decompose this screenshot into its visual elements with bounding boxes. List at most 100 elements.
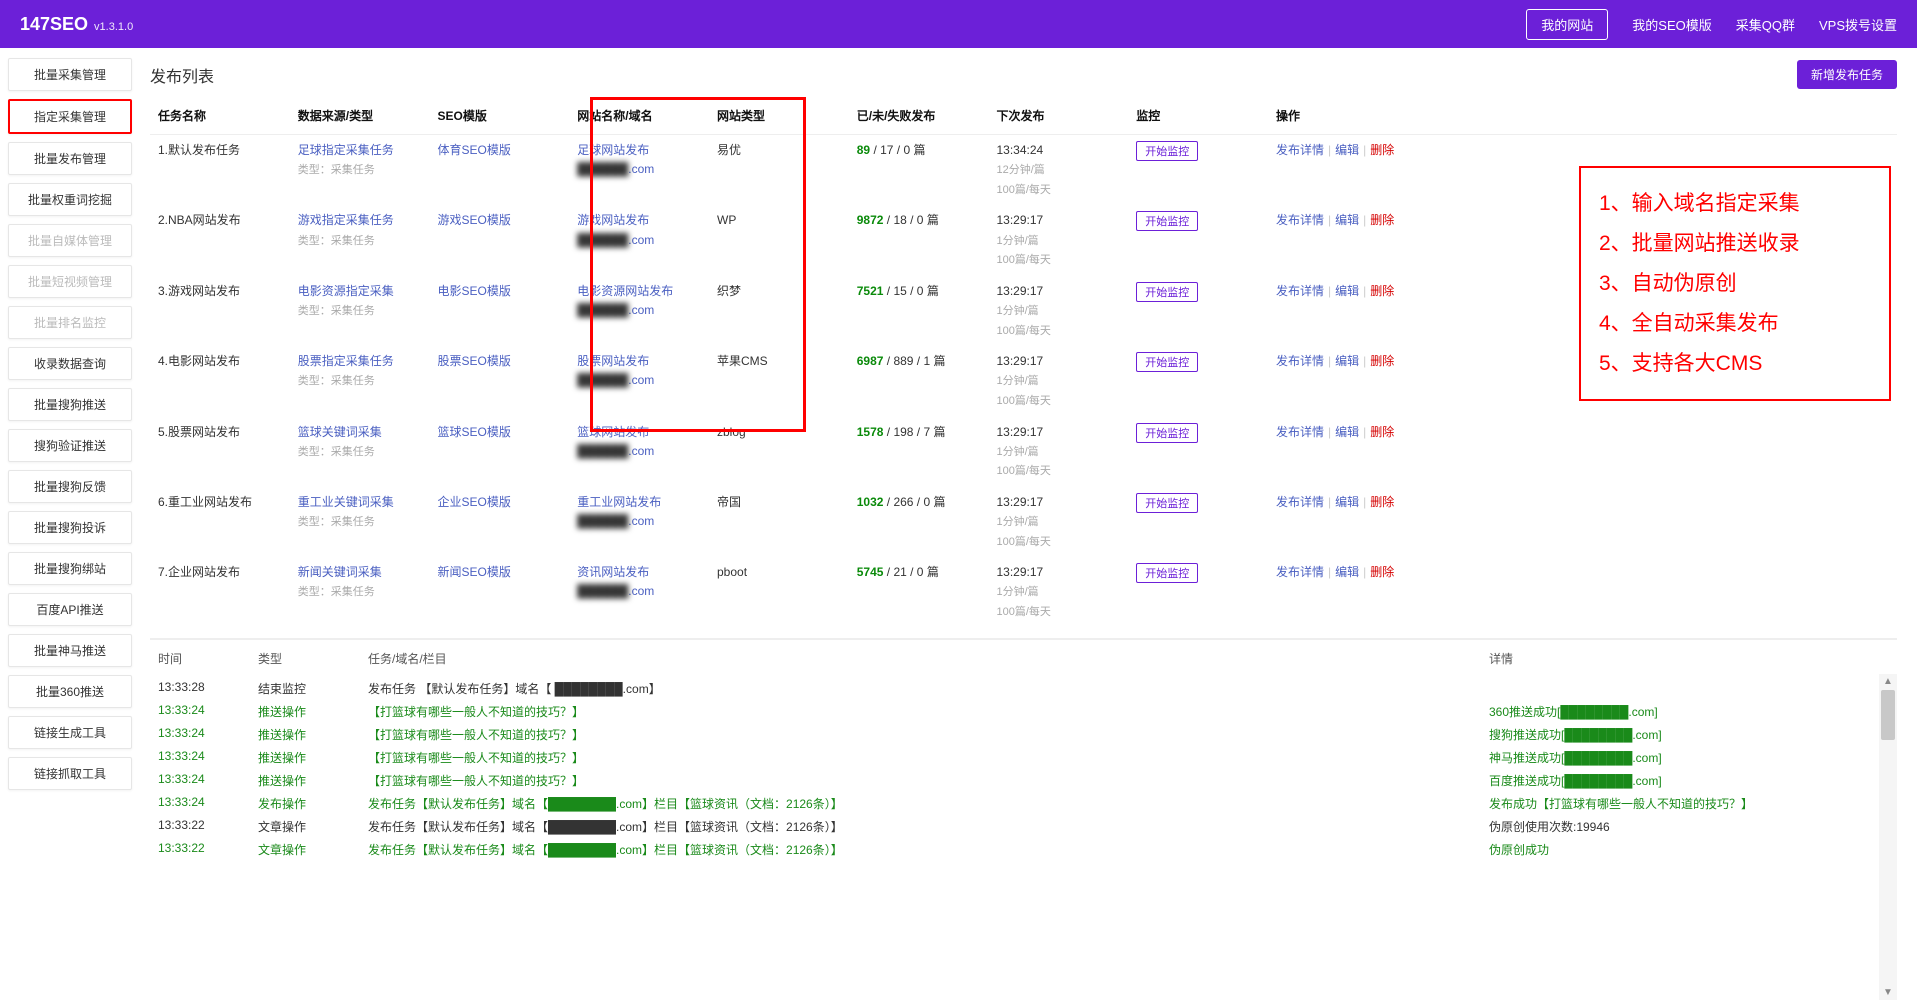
scroll-up-icon[interactable]: ▲	[1879, 674, 1897, 690]
delete-link[interactable]: 删除	[1370, 425, 1394, 439]
cell-site-type: 帝国	[709, 487, 849, 557]
sidebar-item[interactable]: 批量自媒体管理	[8, 224, 132, 257]
template-link[interactable]: 股票SEO模版	[438, 354, 511, 368]
sidebar-item[interactable]: 批量发布管理	[8, 142, 132, 175]
monitor-button[interactable]: 开始监控	[1136, 211, 1198, 231]
site-link[interactable]: 资讯网站发布	[577, 565, 649, 579]
sidebar-item[interactable]: 指定采集管理	[8, 99, 132, 134]
annotation-line: 2、批量网站推送收录	[1599, 224, 1871, 264]
sidebar-item[interactable]: 链接生成工具	[8, 716, 132, 749]
delete-link[interactable]: 删除	[1370, 213, 1394, 227]
cell-site-type: 织梦	[709, 276, 849, 346]
site-link[interactable]: 重工业网站发布	[577, 495, 661, 509]
monitor-button[interactable]: 开始监控	[1136, 423, 1198, 443]
cell-counts: 1578 / 198 / 7 篇	[849, 417, 989, 487]
nav-my-seo-template[interactable]: 我的SEO模版	[1632, 15, 1711, 34]
monitor-button[interactable]: 开始监控	[1136, 141, 1198, 161]
scrollbar-thumb[interactable]	[1881, 690, 1895, 740]
monitor-button[interactable]: 开始监控	[1136, 563, 1198, 583]
sidebar-item[interactable]: 批量权重词挖掘	[8, 183, 132, 216]
source-link[interactable]: 新闻关键词采集	[298, 565, 382, 579]
source-link[interactable]: 游戏指定采集任务	[298, 213, 394, 227]
template-link[interactable]: 新闻SEO模版	[438, 565, 511, 579]
log-time: 13:33:22	[158, 841, 258, 858]
edit-link[interactable]: 编辑	[1335, 425, 1359, 439]
domain-cell: ██████.com	[577, 373, 654, 387]
source-link[interactable]: 足球指定采集任务	[298, 143, 394, 157]
log-task: 【打篮球有哪些一般人不知道的技巧？】	[368, 703, 1489, 720]
edit-link[interactable]: 编辑	[1335, 143, 1359, 157]
monitor-button[interactable]: 开始监控	[1136, 282, 1198, 302]
template-link[interactable]: 体育SEO模版	[438, 143, 511, 157]
sidebar-item[interactable]: 收录数据查询	[8, 347, 132, 380]
sidebar-item[interactable]: 批量搜狗投诉	[8, 511, 132, 544]
nav-vps-dial[interactable]: VPS拨号设置	[1819, 15, 1897, 34]
delete-link[interactable]: 删除	[1370, 284, 1394, 298]
sidebar-item[interactable]: 批量360推送	[8, 675, 132, 708]
cell-counts: 5745 / 21 / 0 篇	[849, 557, 989, 627]
cell-task-name: 2.NBA网站发布	[150, 205, 290, 275]
source-link[interactable]: 篮球关键词采集	[298, 425, 382, 439]
th-counts: 已/未/失败发布	[849, 97, 989, 135]
annotation-line: 4、全自动采集发布	[1599, 304, 1871, 344]
app-version: v1.3.1.0	[94, 21, 133, 33]
site-link[interactable]: 篮球网站发布	[577, 425, 649, 439]
detail-link[interactable]: 发布详情	[1276, 354, 1324, 368]
new-task-button[interactable]: 新增发布任务	[1797, 60, 1897, 89]
domain-cell: ██████.com	[577, 444, 654, 458]
log-time: 13:33:24	[158, 726, 258, 743]
detail-link[interactable]: 发布详情	[1276, 284, 1324, 298]
template-link[interactable]: 企业SEO模版	[438, 495, 511, 509]
edit-link[interactable]: 编辑	[1335, 495, 1359, 509]
template-link[interactable]: 游戏SEO模版	[438, 213, 511, 227]
table-row: 6.重工业网站发布重工业关键词采集类型：采集任务企业SEO模版重工业网站发布██…	[150, 487, 1897, 557]
delete-link[interactable]: 删除	[1370, 495, 1394, 509]
sidebar-item[interactable]: 链接抓取工具	[8, 757, 132, 790]
log-type: 推送操作	[258, 749, 368, 766]
sidebar-item[interactable]: 批量采集管理	[8, 58, 132, 91]
template-link[interactable]: 篮球SEO模版	[438, 425, 511, 439]
detail-link[interactable]: 发布详情	[1276, 213, 1324, 227]
detail-link[interactable]: 发布详情	[1276, 143, 1324, 157]
log-th-detail: 详情	[1489, 650, 1889, 667]
sidebar-item[interactable]: 搜狗验证推送	[8, 429, 132, 462]
sidebar-item[interactable]: 批量搜狗推送	[8, 388, 132, 421]
source-link[interactable]: 股票指定采集任务	[298, 354, 394, 368]
sidebar-item[interactable]: 批量搜狗绑站	[8, 552, 132, 585]
site-link[interactable]: 游戏网站发布	[577, 213, 649, 227]
source-type: 类型：采集任务	[298, 375, 375, 387]
edit-link[interactable]: 编辑	[1335, 284, 1359, 298]
monitor-button[interactable]: 开始监控	[1136, 352, 1198, 372]
annotation-overlay: 1、输入域名指定采集 2、批量网站推送收录 3、自动伪原创 4、全自动采集发布 …	[1579, 166, 1891, 401]
sidebar-item[interactable]: 百度API推送	[8, 593, 132, 626]
delete-link[interactable]: 删除	[1370, 565, 1394, 579]
log-th-type: 类型	[258, 650, 368, 667]
sidebar-item[interactable]: 批量排名监控	[8, 306, 132, 339]
nav-my-site[interactable]: 我的网站	[1526, 9, 1608, 40]
annotation-line: 5、支持各大CMS	[1599, 344, 1871, 384]
template-link[interactable]: 电影SEO模版	[438, 284, 511, 298]
log-th-task: 任务/域名/栏目	[368, 650, 1489, 667]
site-link[interactable]: 股票网站发布	[577, 354, 649, 368]
delete-link[interactable]: 删除	[1370, 354, 1394, 368]
detail-link[interactable]: 发布详情	[1276, 565, 1324, 579]
source-link[interactable]: 电影资源指定采集	[298, 284, 394, 298]
edit-link[interactable]: 编辑	[1335, 354, 1359, 368]
log-task: 【打篮球有哪些一般人不知道的技巧？】	[368, 749, 1489, 766]
monitor-button[interactable]: 开始监控	[1136, 493, 1198, 513]
detail-link[interactable]: 发布详情	[1276, 425, 1324, 439]
site-link[interactable]: 电影资源网站发布	[577, 284, 673, 298]
detail-link[interactable]: 发布详情	[1276, 495, 1324, 509]
log-scrollbar[interactable]: ▲ ▼	[1879, 674, 1897, 1000]
edit-link[interactable]: 编辑	[1335, 213, 1359, 227]
sidebar-item[interactable]: 批量短视频管理	[8, 265, 132, 298]
sidebar-item[interactable]: 批量神马推送	[8, 634, 132, 667]
nav-qq-group[interactable]: 采集QQ群	[1736, 15, 1795, 34]
log-task: 发布任务 【默认发布任务】域名【 ████████.com】	[368, 680, 1489, 697]
source-link[interactable]: 重工业关键词采集	[298, 495, 394, 509]
delete-link[interactable]: 删除	[1370, 143, 1394, 157]
edit-link[interactable]: 编辑	[1335, 565, 1359, 579]
site-link[interactable]: 足球网站发布	[577, 143, 649, 157]
scroll-down-icon[interactable]: ▼	[1879, 984, 1897, 1000]
sidebar-item[interactable]: 批量搜狗反馈	[8, 470, 132, 503]
